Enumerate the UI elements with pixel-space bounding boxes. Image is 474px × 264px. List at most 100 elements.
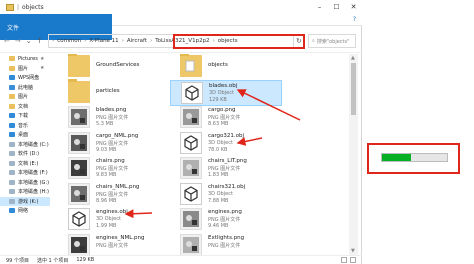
search-icon: ⌕ [312,38,315,44]
file-size: 78.0 KB [208,146,228,153]
file-item[interactable]: GroundServices [58,54,170,80]
file-name: cargo.png [208,107,236,113]
breadcrumb-common[interactable]: common [57,38,81,44]
sidebar-item[interactable]: 下载 [0,111,50,121]
chevron-icon: › [149,38,153,44]
sidebar-item[interactable]: 音乐 [0,121,50,131]
image-icon [68,233,90,255]
file-name: engines.obj [96,209,128,215]
file-item[interactable]: Extlights.png PNG 图片文件 [170,233,282,255]
sidebar-item-label: 本地磁盘 (F:) [18,170,48,177]
folder-icon [9,94,15,99]
cube-icon [180,131,202,154]
refresh-icon[interactable]: ↻ [296,37,302,45]
folder-icon [9,170,15,175]
sidebar-item[interactable]: 图片 [0,92,50,102]
file-name: blades.obj [209,82,238,89]
sidebar-item-label: 文档 (E:) [18,160,39,167]
sidebar-item[interactable]: WPS网盘 [0,73,50,83]
file-size: 5.3 MB [96,121,114,127]
item-count: 99 个项目 [6,257,29,264]
scroll-up-icon[interactable]: ▲ [351,55,355,61]
sidebar-item[interactable]: 本地磁盘 (G:) [0,178,50,188]
sidebar-item[interactable]: 网络 [0,206,50,216]
maximize-button[interactable]: ☐ [328,0,345,14]
sidebar-item[interactable]: 桌面 [0,130,50,140]
selection-count: 选中 1 个项目 [36,257,69,264]
file-item[interactable]: cargo321.obj 3D Object 78.0 KB [170,131,282,157]
help-icon[interactable]: ? [353,16,356,23]
progress-fill [382,154,412,161]
sidebar-item[interactable]: 本地磁盘 (C:) [0,140,50,150]
file-item[interactable]: blades.png PNG 图片文件 5.3 MB [58,105,170,131]
file-type: PNG 图片文件 [96,166,129,172]
file-item[interactable]: cargo.png PNG 图片文件 8.63 MB [170,105,282,131]
ribbon: 文件 主页 共享 查看 ? [0,14,362,40]
breadcrumb-xplane[interactable]: X-Plane 11 [89,38,118,44]
details-view-icon[interactable] [341,257,347,263]
file-size: 8.63 MB [208,121,229,127]
file-item[interactable]: chairs321.obj 3D Object 7.88 MB [170,182,282,208]
folder-icon [9,198,15,204]
file-type: 3D Object [209,89,234,96]
vertical-scrollbar[interactable]: ▲ ▼ [349,54,358,255]
minimize-button[interactable]: – [311,0,328,14]
sidebar-item[interactable]: Pictures ★ [0,54,50,64]
image-icon [68,157,90,179]
sidebar-item[interactable]: 本地磁盘 (F:) [0,168,50,178]
file-item[interactable]: engines.obj 3D Object 1.99 MB [58,207,170,233]
large-icons-view-icon[interactable] [350,257,356,263]
file-name: Extlights.png [208,234,245,241]
up-icon[interactable]: ↑ [37,37,43,45]
sidebar-item[interactable]: 文档 [0,102,50,112]
sidebar-item[interactable]: 本地磁盘 (H:) [0,187,50,197]
pin-icon: ★ [40,55,45,62]
sidebar-item-label: 文档 [18,103,29,110]
cube-icon [180,182,202,205]
search-placeholder: 搜索"objects" [316,38,350,45]
file-item[interactable]: chairs_NML.png PNG 图片文件 8.96 MB [58,182,170,208]
file-item[interactable]: chairs.png PNG 图片文件 9.83 MB [58,156,170,182]
file-name: chairs_NML.png [96,183,140,190]
file-item[interactable]: chairs_LIT.png PNG 图片文件 1.83 MB [170,156,282,182]
search-field[interactable]: ⌕ 搜索"objects" [308,34,356,48]
folder-icon [9,75,15,80]
file-item[interactable]: objects [170,54,282,80]
back-icon[interactable]: ← [4,37,10,45]
sidebar-item[interactable]: 游戏 (K:) [0,196,50,206]
view-toggles [341,257,356,263]
close-button[interactable]: ✕ [345,0,362,14]
file-item[interactable]: cargo_NML.png PNG 图片文件 9.03 MB [58,131,170,157]
file-size: 9.03 MB [96,146,117,153]
folder-icon [9,151,15,156]
file-item[interactable]: engines_NML.png PNG 图片文件 [58,233,170,255]
title-separator: | [17,3,20,11]
breadcrumb-aircraft[interactable]: Aircraft [127,38,147,44]
sidebar-item[interactable]: 软件 (D:) [0,149,50,159]
file-name: cargo_NML.png [96,132,139,139]
folder-icon [6,3,14,11]
file-size: 129 KB [209,96,227,103]
sidebar-item[interactable]: 图片 ★ [0,64,50,74]
file-item[interactable]: particles [58,78,170,106]
scroll-down-icon[interactable]: ▼ [351,248,355,254]
file-item[interactable]: engines.png PNG 图片文件 9.46 MB [170,207,282,233]
file-item[interactable]: blades.obj 3D Object 129 KB [170,79,282,106]
file-name: cargo321.obj [208,132,245,139]
progress-highlight-box [367,143,460,174]
file-name: chairs_LIT.png [208,158,247,164]
sidebar-item[interactable]: 此电脑 [0,83,50,93]
file-type: PNG 图片文件 [96,140,129,147]
sidebar-item[interactable]: 文档 (E:) [0,159,50,169]
file-type: PNG 图片文件 [96,191,129,198]
scroll-thumb[interactable] [351,63,356,115]
address-bar-row: ← → ⌄ ↑ › common › X-Plane 11 › Aircraft… [0,27,362,53]
forward-icon[interactable]: → [15,37,21,45]
status-bar: 99 个项目 选中 1 个项目 129 KB [0,255,362,264]
folder-icon [9,84,15,90]
recent-locations-icon[interactable]: ⌄ [26,37,32,45]
folder-icon [9,132,15,137]
chevron-icon: › [121,38,124,44]
address-bar[interactable]: › common › X-Plane 11 › Aircraft › ToLis… [48,34,305,49]
navigation-pane: Pictures ★ 图片 ★ WPS网盘 此电脑 图片 文档 下载 音乐 桌面 本地磁盘 (C:) 软… [0,54,50,254]
